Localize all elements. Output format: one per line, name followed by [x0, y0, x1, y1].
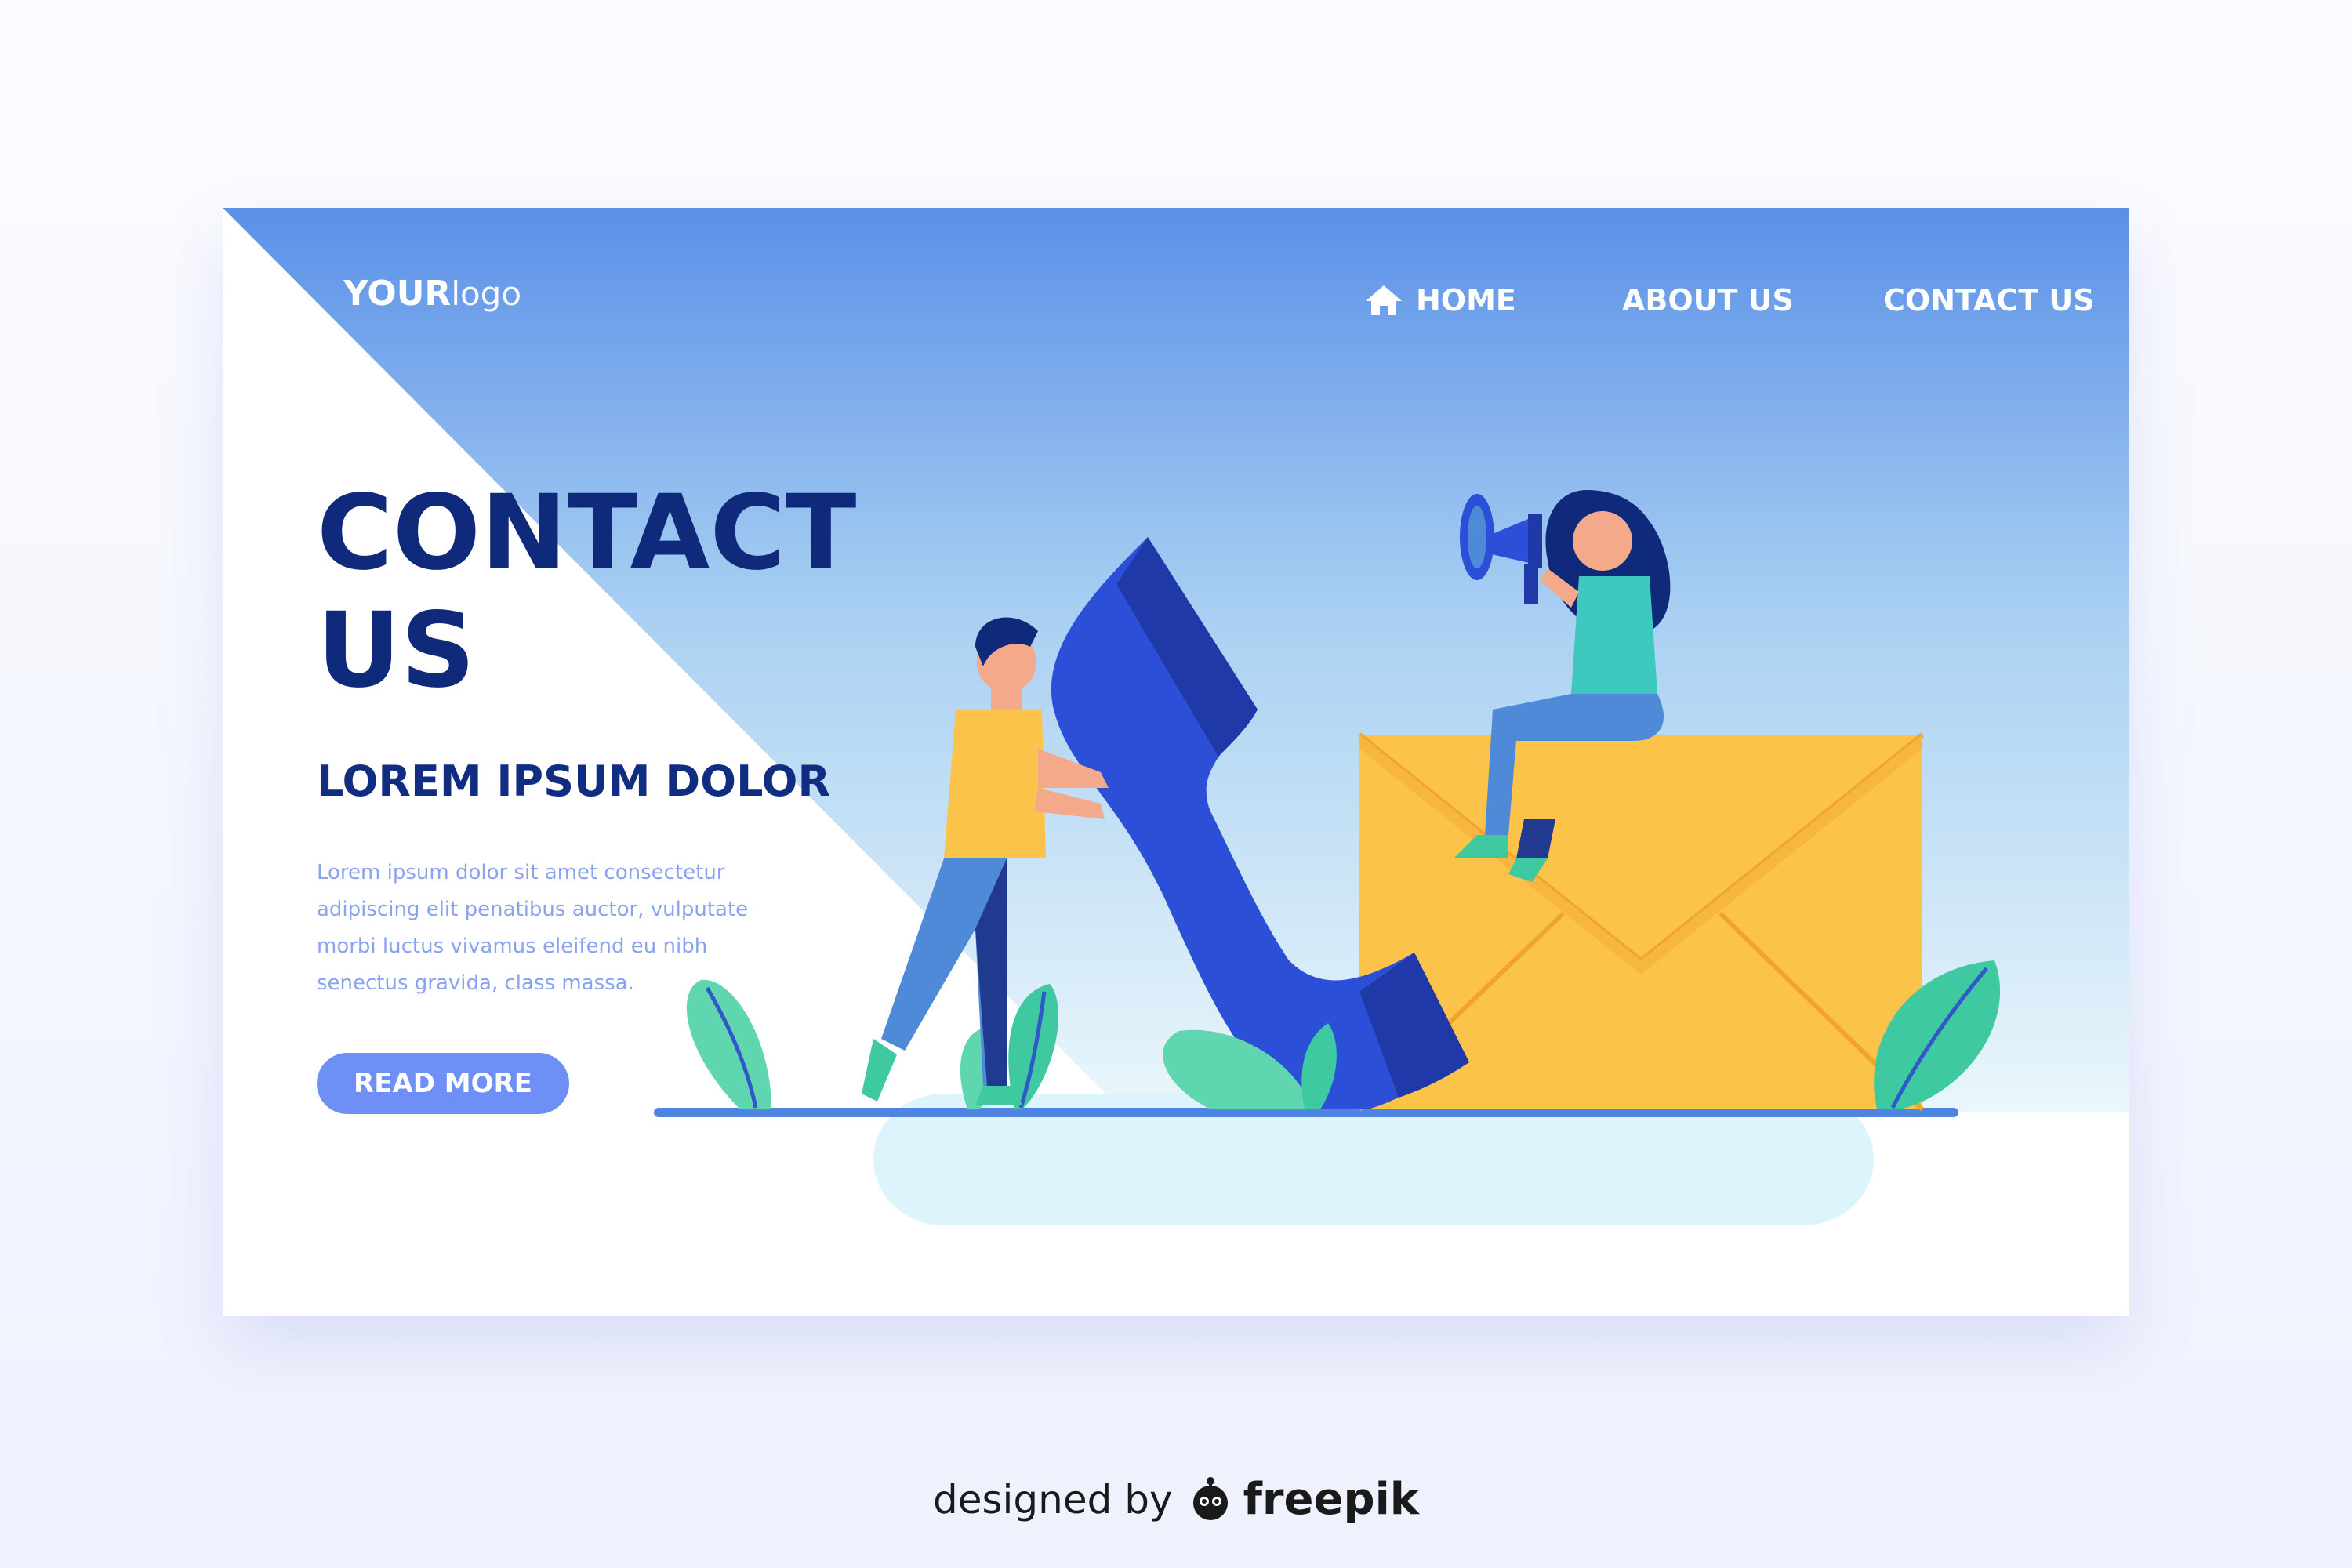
designed-by-text: designed by	[932, 1476, 1173, 1523]
leaf-left-icon	[686, 979, 771, 1109]
freepik-logo-icon	[1192, 1476, 1228, 1520]
freepik-brand[interactable]: freepik	[1243, 1474, 1419, 1525]
landing-card: YOURlogo HOME ABOUT US CONTACT US CONTAC…	[223, 208, 2129, 1316]
megaphone-icon	[1460, 494, 1542, 604]
attribution-footer: designed by freepik	[0, 1474, 2352, 1525]
contact-illustration	[654, 490, 2001, 1225]
